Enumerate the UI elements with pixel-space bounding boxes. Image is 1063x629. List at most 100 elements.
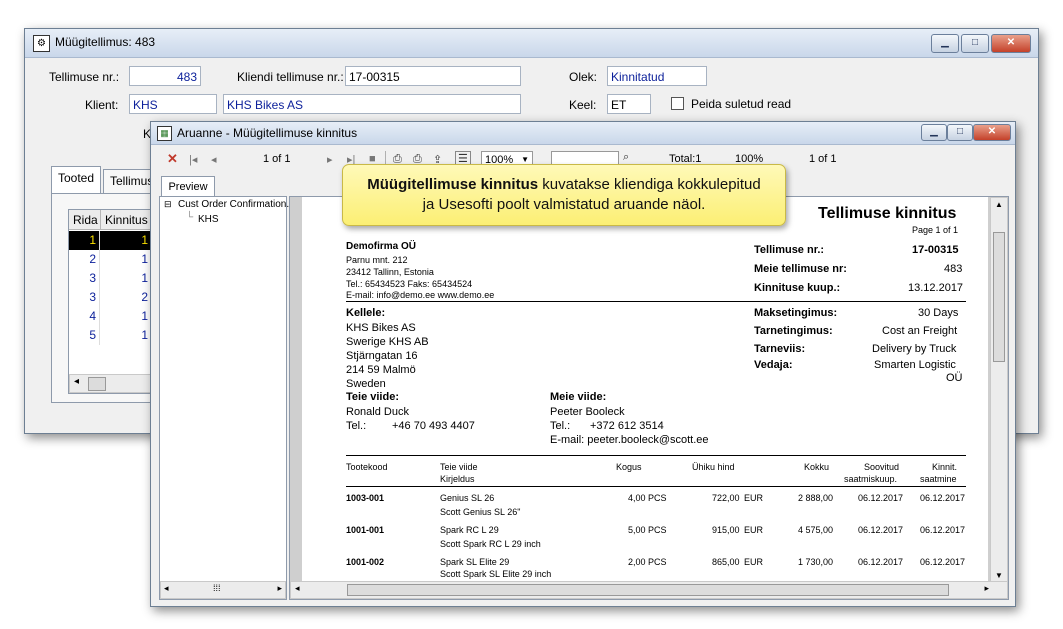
delivery-terms-value: Cost an Freight <box>882 325 958 337</box>
scroll-thumb[interactable] <box>88 377 106 391</box>
col-ref-header: Teie viide <box>440 462 478 472</box>
scroll-grip-icon[interactable]: ⁞⁞⁞ <box>213 583 221 593</box>
scroll-right-icon[interactable]: ▸ <box>984 583 989 594</box>
order-no-field[interactable]: 483 <box>129 66 201 86</box>
minimize-button[interactable]: ▁ <box>931 34 959 53</box>
your-ref-name: Ronald Duck <box>346 406 409 418</box>
grid-cell-rida: 2 <box>69 250 100 269</box>
horizontal-scroll-thumb[interactable] <box>347 584 949 596</box>
line-desc: Scott Genius SL 26" <box>440 507 521 517</box>
order-window-title: Müügitellimus: 483 <box>55 35 156 49</box>
hide-closed-checkbox[interactable] <box>671 97 684 110</box>
to-line-4: 214 59 Malmö <box>346 364 416 376</box>
our-order-label: Meie tellimuse nr: <box>754 263 847 275</box>
report-app-icon: ▦ <box>157 126 172 141</box>
next-page-icon[interactable]: ▸ <box>327 153 333 166</box>
col-desc-header: Kirjeldus <box>440 474 475 484</box>
grid-cell-kinnitus: 1 <box>141 309 148 323</box>
vertical-scroll-thumb[interactable] <box>993 232 1005 362</box>
scroll-left-icon[interactable]: ◂ <box>295 583 300 594</box>
scroll-right-icon[interactable]: ▸ <box>277 583 282 594</box>
col-conf-header-1: Kinnit. <box>932 462 958 472</box>
order-no-label: Tellimuse nr.: <box>754 244 825 256</box>
to-line-3: Stjärngatan 16 <box>346 350 418 362</box>
line-unit: PCS <box>648 525 667 535</box>
to-line-1: KHS Bikes AS <box>346 322 416 334</box>
client-label: Klient: <box>85 98 119 112</box>
your-ref-tel-label: Tel.: <box>346 420 367 432</box>
report-tree-panel: ⊟ Cust Order Confirmation. └ KHS ◂ ⁞⁞⁞ ▸ <box>159 196 289 600</box>
language-label: Keel: <box>569 98 597 112</box>
language-value: ET <box>611 98 627 112</box>
line-name: Genius SL 26 <box>440 493 495 503</box>
report-page: Tellimuse kinnitus Page 1 of 1 Demofirma… <box>302 197 988 581</box>
our-ref-email: E-mail: peeter.booleck@scott.ee <box>550 434 709 446</box>
our-ref-tel: +372 612 3514 <box>590 420 664 432</box>
col-conf-header-2: saatmine <box>920 474 957 484</box>
line-price: 722,00 <box>712 493 740 503</box>
lines-top-divider <box>346 455 966 456</box>
line-desc: Scott Spark SL Elite 29 inch <box>440 569 552 579</box>
tree-child-item[interactable]: KHS <box>198 214 219 225</box>
tree-root-item[interactable]: Cust Order Confirmation. <box>178 199 289 210</box>
line-price: 915,00 <box>712 525 740 535</box>
binoculars-icon[interactable]: ⌕ <box>623 151 629 164</box>
report-horizontal-scrollbar[interactable]: ◂ ▸ <box>290 581 1008 599</box>
report-maximize-button[interactable]: □ <box>947 124 973 141</box>
grid-cell-kinnitus: 1 <box>141 328 148 342</box>
line-price: 865,00 <box>712 557 740 567</box>
maximize-button[interactable]: □ <box>961 34 989 53</box>
client-name-field[interactable]: KHS Bikes AS <box>223 94 521 114</box>
our-order-value: 483 <box>944 263 963 275</box>
scroll-down-icon[interactable]: ▼ <box>995 571 1003 580</box>
report-minimize-button[interactable]: ▁ <box>921 124 947 141</box>
report-window-title: Aruanne - Müügitellimuse kinnitus <box>177 126 358 140</box>
callout-line-1: kuvatakse kliendiga kokkulepitud <box>538 176 761 193</box>
grid-cell-kinnitus: 1 <box>141 233 148 247</box>
report-page-of: Page 1 of 1 <box>912 225 959 235</box>
grid-cell-kinnitus: 1 <box>141 271 148 285</box>
report-vertical-scrollbar[interactable]: ▲ ▼ <box>990 197 1008 583</box>
prev-page-icon[interactable]: ◂ <box>211 153 217 166</box>
app-icon: ⚙ <box>33 35 50 52</box>
grid-cell-rida: 3 <box>69 288 100 307</box>
status-value: Kinnitatud <box>611 70 665 84</box>
first-page-icon[interactable]: |◂ <box>189 153 197 166</box>
company-name: Demofirma OÜ <box>346 241 417 252</box>
client-order-field[interactable]: 17-00315 <box>345 66 521 86</box>
line-wish-date: 06.12.2017 <box>858 525 904 535</box>
your-ref-label: Teie viide: <box>346 391 399 403</box>
line-desc: Scott Spark RC L 29 inch <box>440 539 541 549</box>
status-field[interactable]: Kinnitatud <box>607 66 707 86</box>
line-currency: EUR <box>744 493 764 503</box>
line-conf-date: 06.12.2017 <box>920 557 966 567</box>
tree-horizontal-scrollbar[interactable]: ◂ ⁞⁞⁞ ▸ <box>160 581 286 599</box>
tab-preview[interactable]: Preview <box>161 176 215 197</box>
language-field[interactable]: ET <box>607 94 651 114</box>
status-label: Olek: <box>569 70 598 84</box>
confirm-date-value: 13.12.2017 <box>908 282 964 294</box>
company-email: E-mail: info@demo.ee www.demo.ee <box>346 290 495 300</box>
line-total: 2 888,00 <box>798 493 834 503</box>
tree-collapse-icon[interactable]: ⊟ <box>164 199 172 210</box>
scroll-left-icon[interactable]: ◂ <box>164 583 169 594</box>
order-window-titlebar: ⚙ Müügitellimus: 483 ▁ □ ✕ <box>25 29 1038 58</box>
line-currency: EUR <box>744 525 764 535</box>
order-no-value: 17-00315 <box>912 244 959 256</box>
scroll-up-icon[interactable]: ▲ <box>995 200 1003 209</box>
close-button[interactable]: ✕ <box>991 34 1031 53</box>
info-callout: Müügitellimuse kinnitus kuvatakse kliend… <box>342 164 786 226</box>
line-name: Spark RC L 29 <box>440 525 499 535</box>
tab-tooted[interactable]: Tooted <box>51 166 102 193</box>
col-wish-header-1: Soovitud <box>864 462 900 472</box>
line-unit: PCS <box>648 493 667 503</box>
grid-header-rida[interactable]: Rida <box>69 210 101 230</box>
client-code-field[interactable]: KHS <box>129 94 217 114</box>
callout-bold-text: Müügitellimuse kinnitus <box>367 176 539 193</box>
scroll-left-icon[interactable]: ◂ <box>74 376 79 387</box>
close-report-icon[interactable]: ✕ <box>167 151 178 167</box>
report-close-button[interactable]: ✕ <box>973 124 1011 141</box>
company-address-2: 23412 Tallinn, Estonia <box>346 267 434 277</box>
our-ref-name: Peeter Booleck <box>550 406 625 418</box>
line-code: 1001-002 <box>346 557 385 567</box>
